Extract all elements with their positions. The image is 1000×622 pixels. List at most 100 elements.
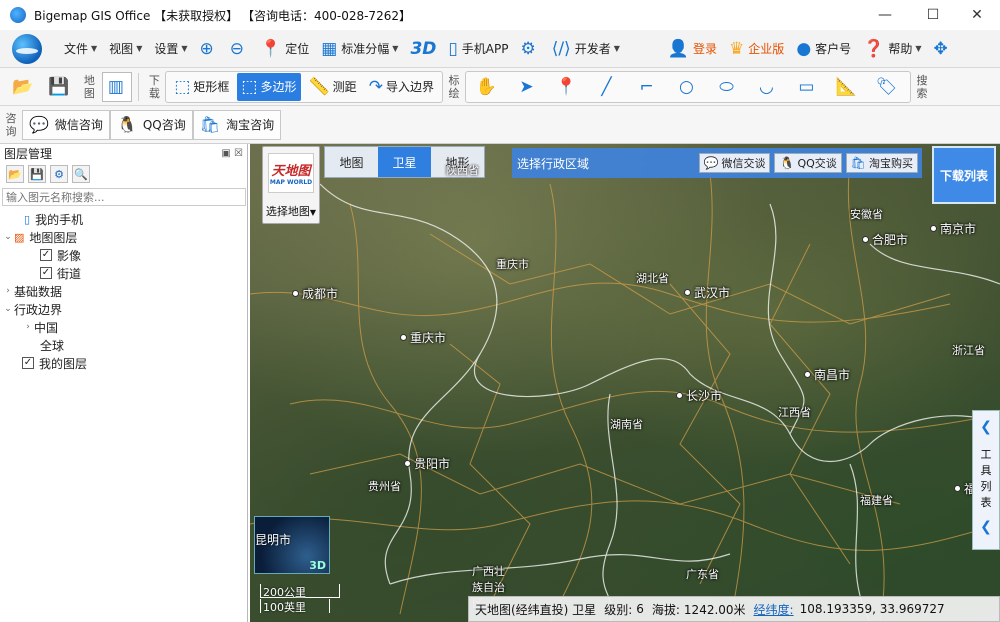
map-source-button[interactable]: ▥ bbox=[102, 71, 133, 102]
tree-node-global[interactable]: 全球 bbox=[0, 336, 247, 354]
tree-node-imagery[interactable]: ✓ 影像 bbox=[0, 246, 247, 264]
bigemap-logo-icon bbox=[12, 33, 42, 64]
polyline-button[interactable]: ⌐ bbox=[630, 73, 666, 101]
rect-select-button[interactable]: ⬚ 矩形框 bbox=[170, 73, 233, 101]
tree-node-phone[interactable]: ▯ 我的手机 bbox=[0, 210, 247, 228]
city-name: 武汉市 bbox=[694, 286, 731, 300]
tree-node-base-data[interactable]: › 基础数据 bbox=[0, 282, 247, 300]
wechat-consult-button[interactable]: 💬 微信咨询 bbox=[22, 109, 110, 140]
minimize-button[interactable]: — bbox=[862, 0, 908, 30]
tree-node-map-layers[interactable]: ⌄ ▨ 地图图层 bbox=[0, 228, 247, 246]
city-name: 南昌市 bbox=[814, 368, 851, 382]
imagery-checkbox[interactable]: ✓ bbox=[40, 249, 52, 261]
open-button[interactable]: 📂 bbox=[8, 73, 40, 101]
mobile-app-button[interactable]: ▯ 手机APP bbox=[442, 34, 514, 64]
status-altitude-value: 1242.00米 bbox=[683, 602, 746, 617]
tab-map[interactable]: 地图 bbox=[325, 147, 378, 177]
coordinate-format-link[interactable]: 经纬度: bbox=[754, 601, 794, 618]
select-map-text: 选择地图 bbox=[265, 205, 310, 218]
chevron-right-icon[interactable]: › bbox=[22, 322, 34, 332]
help-menu[interactable]: ❓ 帮助 ▼ bbox=[857, 34, 927, 64]
divider bbox=[138, 72, 140, 101]
tree-node-china[interactable]: › 中国 bbox=[0, 318, 247, 336]
caret-down-icon: ▼ bbox=[613, 44, 620, 53]
save-layer-button[interactable]: 💾 bbox=[28, 165, 46, 183]
map-selector[interactable]: 天地图 MAP WORLD 选择地图▼ bbox=[262, 146, 320, 224]
tab-satellite[interactable]: 卫星 bbox=[378, 147, 431, 177]
city-name: 合肥市 bbox=[872, 233, 909, 247]
chevron-down-icon[interactable]: ⌄ bbox=[2, 304, 14, 314]
pointer-button[interactable]: ➤ bbox=[510, 73, 546, 101]
chevron-left-icon[interactable]: ❮ bbox=[980, 419, 992, 435]
developer-label: 开发者 bbox=[574, 42, 611, 56]
developer-menu[interactable]: ⟨/⟩ 开发者 ▼ bbox=[546, 34, 626, 64]
qq-chat-button[interactable]: 🐧 QQ交谈 bbox=[774, 153, 842, 173]
chevron-right-icon[interactable]: › bbox=[2, 286, 14, 296]
tree-node-my-layers[interactable]: ✓ 我的图层 bbox=[0, 354, 247, 372]
minimap-3d[interactable]: 昆明市 3D bbox=[254, 516, 330, 574]
line-button[interactable]: ╱ bbox=[590, 73, 626, 101]
ruler-button[interactable]: 📐 bbox=[830, 73, 866, 101]
zoom-in-button[interactable]: ⊕ bbox=[194, 34, 224, 64]
rectangle-button[interactable]: ▭ bbox=[790, 73, 826, 101]
download-list-button[interactable]: 下载列表 bbox=[932, 146, 996, 204]
marker-button[interactable]: 📍 bbox=[550, 73, 586, 101]
open-layer-button[interactable]: 📂 bbox=[6, 165, 24, 183]
city-label: 成都市 bbox=[292, 285, 338, 302]
login-button[interactable]: 👤 登录 bbox=[662, 34, 723, 64]
polygon-select-button[interactable]: ⬚ 多边形 bbox=[237, 72, 301, 101]
taobao-consult-button[interactable]: 🛍 淘宝咨询 bbox=[192, 109, 282, 140]
layer-search-input[interactable] bbox=[2, 188, 246, 206]
panel-pin-close-icons[interactable]: ▣ ☒ bbox=[221, 148, 243, 159]
settings-layer-button[interactable]: ⚙ bbox=[50, 165, 68, 183]
chevron-left-icon[interactable]: ❮ bbox=[980, 519, 992, 535]
tree-label: 影像 bbox=[57, 248, 82, 263]
tree-node-streets[interactable]: ✓ 街道 bbox=[0, 264, 247, 282]
menu-view[interactable]: 视图 ▼ bbox=[103, 34, 148, 64]
maximize-button[interactable]: ☐ bbox=[910, 0, 956, 30]
gear-button[interactable]: ⚙ bbox=[514, 34, 545, 64]
city-name: 南京市 bbox=[940, 222, 977, 236]
tool-list-panel[interactable]: ❮ 工具列表 ❮ bbox=[972, 410, 1000, 550]
tree-node-admin[interactable]: ⌄ 行政边界 bbox=[0, 300, 247, 318]
wechat-chat-button[interactable]: 💬 微信交谈 bbox=[698, 153, 771, 173]
zoom-out-icon: ⊖ bbox=[229, 38, 245, 59]
close-button[interactable]: ✕ bbox=[954, 0, 1000, 30]
menu-file-label: 文件 bbox=[64, 42, 89, 56]
arc-button[interactable]: ◡ bbox=[750, 73, 786, 101]
select-region-button[interactable]: 选择行政区域 bbox=[517, 155, 589, 172]
qq-consult-button[interactable]: 🐧 QQ咨询 bbox=[109, 109, 193, 140]
consult-bar: 咨询 💬 微信咨询 🐧 QQ咨询 🛍 淘宝咨询 bbox=[0, 106, 1000, 144]
three-d-button[interactable]: 3D bbox=[404, 34, 442, 64]
save-button[interactable]: 💾 bbox=[44, 73, 76, 101]
tag-button[interactable]: 🏷 bbox=[870, 73, 906, 101]
help-icon: ❓ bbox=[863, 38, 885, 59]
caret-down-icon: ▼ bbox=[915, 44, 922, 53]
ellipse-button[interactable]: ⬭ bbox=[710, 73, 746, 101]
locate-button[interactable]: 📍 定位 bbox=[254, 34, 315, 64]
tile-button[interactable]: ▦ 标准分幅 ▼ bbox=[315, 34, 404, 64]
locate-label: 定位 bbox=[285, 42, 310, 56]
streets-checkbox[interactable]: ✓ bbox=[40, 267, 52, 279]
my-layers-checkbox[interactable]: ✓ bbox=[22, 357, 34, 369]
zoom-out-button[interactable]: ⊖ bbox=[224, 34, 254, 64]
map-view[interactable]: 天地图 MAP WORLD 选择地图▼ 地图 卫星 地形 选择行政区域 💬 微信交… bbox=[250, 144, 1000, 622]
pan-button[interactable]: ✋ bbox=[470, 73, 506, 101]
menu-settings[interactable]: 设置 ▼ bbox=[148, 34, 193, 64]
city-dot-icon bbox=[400, 334, 407, 341]
enterprise-button[interactable]: ♛ 企业版 bbox=[723, 34, 790, 64]
city-label: 合肥市 bbox=[862, 231, 908, 248]
account-button[interactable]: ● 客户号 bbox=[790, 34, 857, 64]
measure-button[interactable]: 📏 测距 bbox=[305, 73, 361, 101]
map-world-thumbnail: 天地图 MAP WORLD bbox=[268, 153, 314, 193]
menu-file[interactable]: 文件 ▼ bbox=[58, 34, 103, 64]
search-layer-button[interactable]: 🔍 bbox=[72, 165, 90, 183]
taobao-buy-button[interactable]: 🛍 淘宝购买 bbox=[845, 153, 918, 173]
tree-label: 地图图层 bbox=[29, 230, 78, 245]
city-label: 重庆市 bbox=[400, 329, 446, 346]
import-border-button[interactable]: ↷ 导入边界 bbox=[365, 73, 438, 101]
move-button[interactable]: ✥ bbox=[928, 34, 958, 64]
chevron-down-icon[interactable]: ⌄ bbox=[2, 232, 14, 242]
menu-view-label: 视图 bbox=[109, 42, 134, 56]
circle-button[interactable]: ○ bbox=[670, 73, 706, 101]
